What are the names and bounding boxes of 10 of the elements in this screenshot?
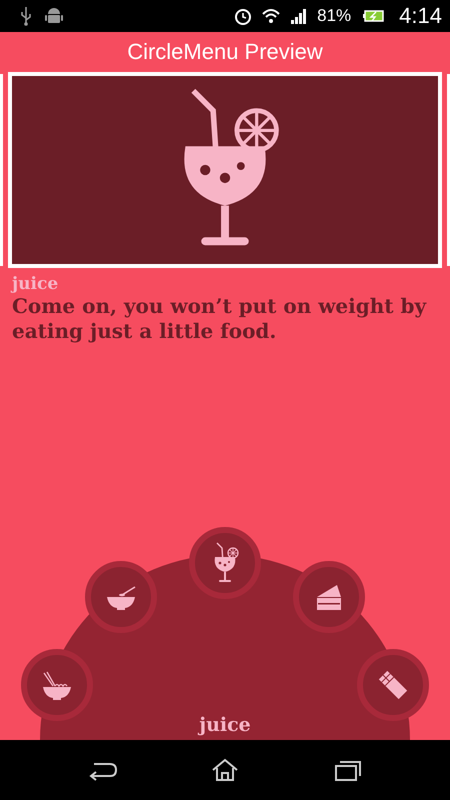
- battery-charging-icon: [363, 9, 386, 23]
- app-title: CircleMenu Preview: [127, 39, 323, 65]
- item-name: juice: [12, 274, 60, 294]
- item-description: Come on, you won’t put on weight by eating just a little food.: [12, 294, 428, 344]
- battery-percent: 81%: [317, 6, 352, 26]
- selected-item-label: juice: [199, 714, 251, 736]
- alarm-clock-icon: [233, 6, 254, 26]
- wifi-icon: [261, 6, 282, 26]
- android-icon: [44, 6, 64, 26]
- clock-time: 4:14: [399, 3, 442, 29]
